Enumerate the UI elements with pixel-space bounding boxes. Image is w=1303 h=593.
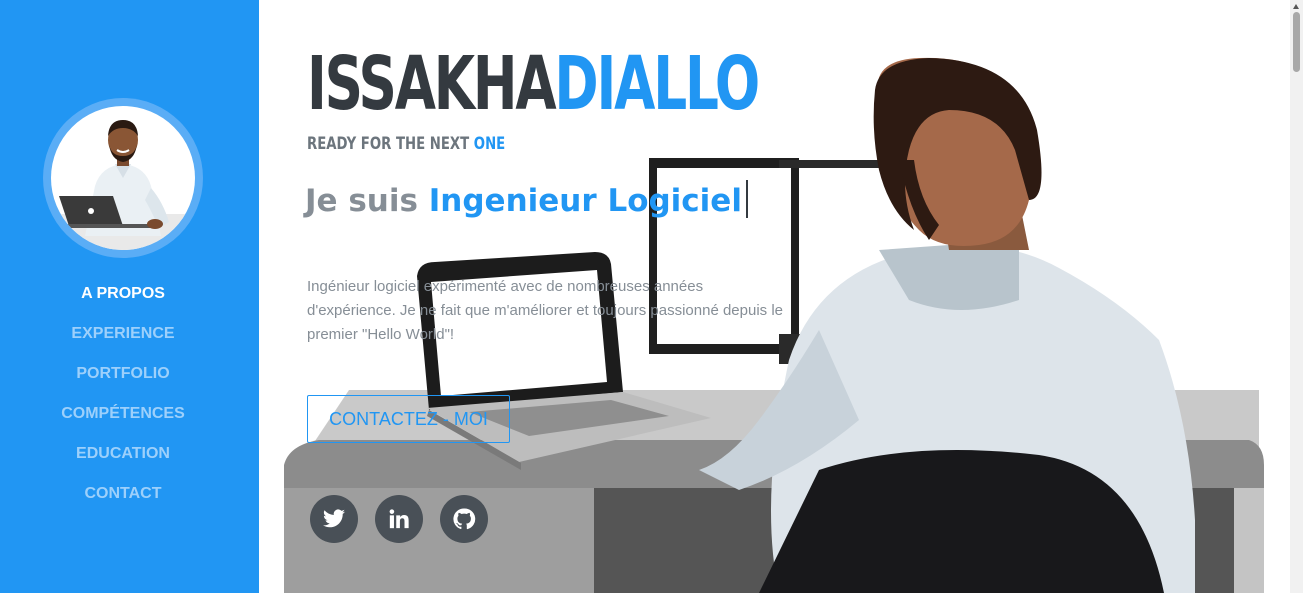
linkedin-button[interactable] <box>375 495 423 543</box>
contact-button[interactable]: CONTACTEZ - MOI <box>307 395 510 443</box>
scroll-up-arrow-icon[interactable] <box>1293 4 1299 9</box>
tagline: READY FOR THE NEXT ONE <box>307 134 505 154</box>
bio-text: Ingénieur logiciel expérimenté avec de n… <box>307 278 784 343</box>
headline-lead: Je suis <box>305 183 418 219</box>
twitter-icon <box>323 509 345 528</box>
profile-avatar <box>43 98 203 258</box>
nav-item-education[interactable]: EDUCATION <box>0 434 246 474</box>
hero-section: ISSAKHADIALLO READY FOR THE NEXT ONE Je … <box>259 0 1290 593</box>
linkedin-icon <box>389 509 409 529</box>
twitter-button[interactable] <box>310 495 358 543</box>
nav-item-competences[interactable]: COMPÉTENCES <box>0 394 246 434</box>
page-scrollbar[interactable] <box>1290 0 1303 593</box>
headline-role: Ingenieur Logiciel <box>428 183 742 219</box>
tagline-text: READY FOR THE NEXT <box>307 134 470 154</box>
github-button[interactable] <box>440 495 488 543</box>
typing-cursor <box>745 180 748 218</box>
last-name: DIALLO <box>554 41 760 127</box>
avatar-photo <box>51 106 195 250</box>
scrollbar-thumb[interactable] <box>1293 12 1300 72</box>
first-name: ISSAKHA <box>307 41 557 127</box>
nav-item-a-propos[interactable]: A PROPOS <box>0 274 246 314</box>
nav-item-experience[interactable]: EXPERIENCE <box>0 314 246 354</box>
hero-name: ISSAKHADIALLO <box>307 40 760 128</box>
main-nav: A PROPOS EXPERIENCE PORTFOLIO COMPÉTENCE… <box>0 274 246 514</box>
headline: Je suis Ingenieur Logiciel <box>305 180 748 219</box>
github-icon <box>453 508 476 530</box>
nav-item-portfolio[interactable]: PORTFOLIO <box>0 354 246 394</box>
nav-item-contact[interactable]: CONTACT <box>0 474 246 514</box>
tagline-highlight: ONE <box>473 134 506 154</box>
sidebar: A PROPOS EXPERIENCE PORTFOLIO COMPÉTENCE… <box>0 0 259 593</box>
